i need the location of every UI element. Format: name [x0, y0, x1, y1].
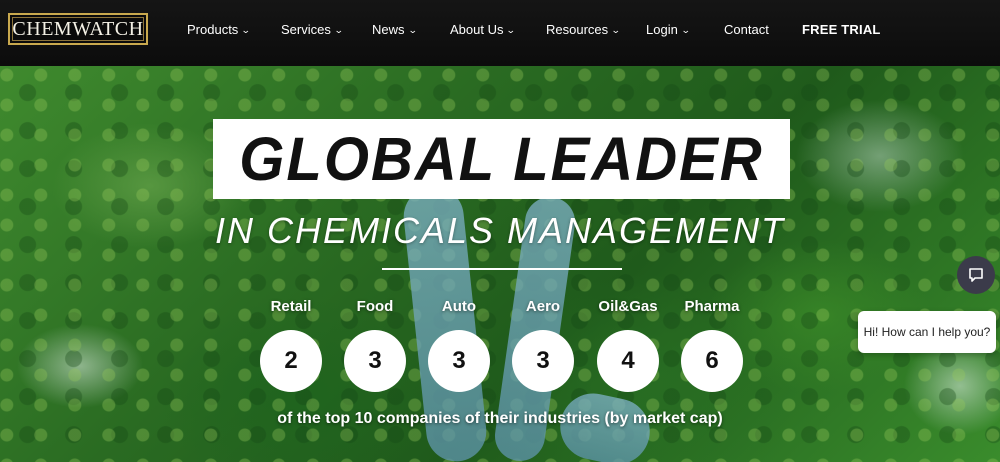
stat-label: Food: [356, 298, 394, 315]
stat-oil-gas: Oil&Gas 4: [583, 298, 673, 392]
stat-label: Retail: [270, 298, 312, 315]
chat-greeting-text: Hi! How can I help you?: [863, 325, 991, 339]
stat-pharma: Pharma 6: [667, 298, 757, 392]
hero-title-box: GLOBAL LEADER: [213, 119, 790, 199]
stat-retail: Retail 2: [246, 298, 336, 392]
nav-products[interactable]: Products ⌄: [187, 22, 251, 37]
chat-icon: [969, 268, 983, 282]
chat-launcher-button[interactable]: [957, 256, 995, 294]
nav-contact[interactable]: Contact: [724, 22, 769, 37]
nav-about-us[interactable]: About Us ⌄: [450, 22, 517, 37]
site-header: CHEMWATCH Products ⌄ Services ⌄ News ⌄ Abou…: [0, 0, 1000, 66]
chevron-down-icon: ⌄: [407, 25, 418, 35]
chevron-down-icon: ⌄: [241, 25, 251, 35]
chevron-down-icon: ⌄: [506, 25, 517, 35]
nav-news[interactable]: News ⌄: [372, 22, 418, 37]
main-nav: Products ⌄ Services ⌄ News ⌄ About Us ⌄ Reso…: [0, 0, 1000, 60]
chevron-down-icon: ⌄: [680, 25, 691, 35]
nav-resources[interactable]: Resources ⌄: [546, 22, 621, 37]
stat-label: Aero: [525, 298, 561, 315]
stat-value: 4: [597, 330, 659, 392]
stat-value: 3: [344, 330, 406, 392]
hero-caption: of the top 10 companies of their industr…: [277, 410, 723, 427]
stat-value: 6: [681, 330, 743, 392]
stat-value: 2: [260, 330, 322, 392]
hero-divider: [382, 268, 622, 270]
stat-label: Pharma: [684, 298, 740, 315]
chat-greeting-bubble[interactable]: Hi! How can I help you?: [858, 311, 996, 353]
stat-value: 3: [512, 330, 574, 392]
stat-label: Auto: [441, 298, 477, 315]
nav-login[interactable]: Login ⌄: [646, 22, 691, 37]
nav-free-trial[interactable]: FREE TRIAL: [802, 22, 881, 37]
hero-banner: GLOBAL LEADER IN CHEMICALS MANAGEMENT Re…: [0, 66, 1000, 462]
stat-value: 3: [428, 330, 490, 392]
chevron-down-icon: ⌄: [333, 25, 344, 35]
stat-label: Oil&Gas: [598, 298, 658, 315]
stat-food: Food 3: [330, 298, 420, 392]
hero-title: GLOBAL LEADER: [239, 124, 764, 194]
chevron-down-icon: ⌄: [611, 25, 621, 35]
hero-subtitle: IN CHEMICALS MANAGEMENT: [214, 210, 786, 251]
stat-aero: Aero 3: [498, 298, 588, 392]
stat-auto: Auto 3: [414, 298, 504, 392]
nav-services[interactable]: Services ⌄: [281, 22, 344, 37]
